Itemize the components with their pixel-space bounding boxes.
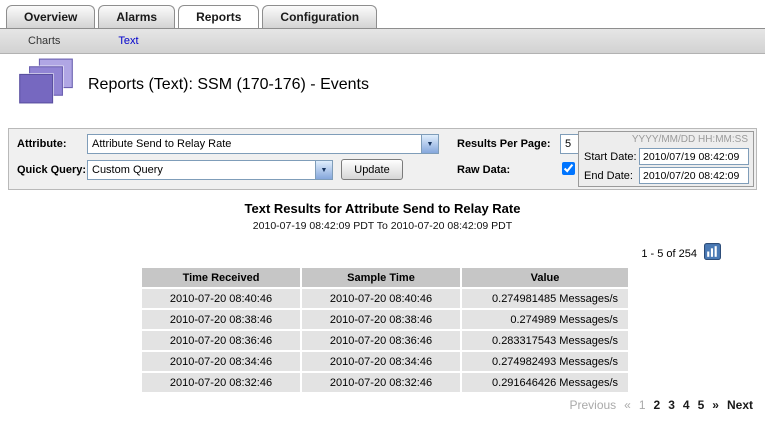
result-range: 1 - 5 of 254 (641, 248, 697, 260)
cell-sample-time: 2010-07-20 08:34:46 (302, 352, 460, 371)
tab-alarms[interactable]: Alarms (98, 5, 175, 28)
cell-sample-time: 2010-07-20 08:32:46 (302, 373, 460, 392)
page-title: Reports (Text): SSM (170-176) - Events (88, 76, 369, 94)
raw-data-checkbox[interactable] (562, 162, 575, 175)
pagination-page-5[interactable]: 5 (698, 398, 705, 412)
cell-time-received: 2010-07-20 08:38:46 (142, 310, 300, 329)
results-title: Text Results for Attribute Send to Relay… (0, 201, 765, 216)
tab-bar: Overview Alarms Reports Configuration (0, 0, 765, 28)
pagination-next-arrow-icon[interactable]: » (712, 398, 719, 412)
raw-data-label: Raw Data: (457, 164, 510, 176)
cell-sample-time: 2010-07-20 08:36:46 (302, 331, 460, 350)
start-date-label: Start Date: (584, 151, 637, 163)
date-format-hint: YYYY/MM/DD HH:MM:SS (632, 134, 748, 145)
reports-stack-icon (18, 58, 74, 104)
pagination-next[interactable]: Next (727, 398, 753, 412)
tab-reports[interactable]: Reports (178, 5, 259, 28)
app-window: Overview Alarms Reports Configuration Ch… (0, 0, 765, 423)
cell-time-received: 2010-07-20 08:34:46 (142, 352, 300, 371)
col-header-sample-time: Sample Time (302, 268, 460, 287)
cell-time-received: 2010-07-20 08:36:46 (142, 331, 300, 350)
cell-time-received: 2010-07-20 08:32:46 (142, 373, 300, 392)
cell-value: 0.283317543 Messages/s (462, 331, 628, 350)
pagination-page-2[interactable]: 2 (654, 398, 661, 412)
cell-value: 0.274989 Messages/s (462, 310, 628, 329)
tab-overview[interactable]: Overview (6, 5, 95, 28)
chevron-down-icon: ▼ (315, 161, 332, 179)
cell-value: 0.274981485 Messages/s (462, 289, 628, 308)
pagination-prev-arrow-icon: « (624, 398, 631, 412)
col-header-time-received: Time Received (142, 268, 300, 287)
cell-sample-time: 2010-07-20 08:38:46 (302, 310, 460, 329)
quick-query-select-value: Custom Query (88, 164, 315, 176)
cell-value: 0.291646426 Messages/s (462, 373, 628, 392)
table-row: 2010-07-20 08:34:46 2010-07-20 08:34:46 … (142, 352, 628, 371)
table-row: 2010-07-20 08:38:46 2010-07-20 08:38:46 … (142, 310, 628, 329)
chevron-down-icon: ▼ (421, 135, 438, 153)
table-row: 2010-07-20 08:36:46 2010-07-20 08:36:46 … (142, 331, 628, 350)
pagination-page-4[interactable]: 4 (683, 398, 690, 412)
quick-query-select[interactable]: Custom Query ▼ (87, 160, 333, 180)
start-date-input[interactable] (639, 148, 749, 165)
pagination-page-1: 1 (639, 398, 646, 412)
tab-configuration[interactable]: Configuration (262, 5, 377, 28)
cell-sample-time: 2010-07-20 08:40:46 (302, 289, 460, 308)
results-per-page-label: Results Per Page: (457, 138, 551, 150)
quick-query-label: Quick Query: (17, 164, 86, 176)
pagination-page-3[interactable]: 3 (668, 398, 675, 412)
table-row: 2010-07-20 08:40:46 2010-07-20 08:40:46 … (142, 289, 628, 308)
printable-report-icon[interactable] (704, 243, 721, 260)
table-row: 2010-07-20 08:32:46 2010-07-20 08:32:46 … (142, 373, 628, 392)
pagination: Previous « 1 2 3 4 5 » Next (569, 398, 753, 412)
attribute-select[interactable]: Attribute Send to Relay Rate ▼ (87, 134, 439, 154)
subnav-bar: Charts Text (0, 28, 765, 54)
results-table: Time Received Sample Time Value 2010-07-… (140, 266, 630, 394)
update-button[interactable]: Update (341, 159, 403, 180)
query-panel: Attribute: Attribute Send to Relay Rate … (8, 128, 757, 190)
attribute-select-value: Attribute Send to Relay Rate (88, 138, 421, 150)
pagination-previous: Previous (569, 398, 616, 412)
end-date-label: End Date: (584, 170, 633, 182)
table-header-row: Time Received Sample Time Value (142, 268, 628, 287)
cell-value: 0.274982493 Messages/s (462, 352, 628, 371)
col-header-value: Value (462, 268, 628, 287)
attribute-label: Attribute: (17, 138, 67, 150)
subnav-item-charts[interactable]: Charts (28, 35, 60, 47)
cell-time-received: 2010-07-20 08:40:46 (142, 289, 300, 308)
subnav-item-text[interactable]: Text (118, 35, 138, 47)
results-subtitle: 2010-07-19 08:42:09 PDT To 2010-07-20 08… (0, 220, 765, 232)
date-range-box: YYYY/MM/DD HH:MM:SS Start Date: End Date… (578, 131, 754, 187)
end-date-input[interactable] (639, 167, 749, 184)
